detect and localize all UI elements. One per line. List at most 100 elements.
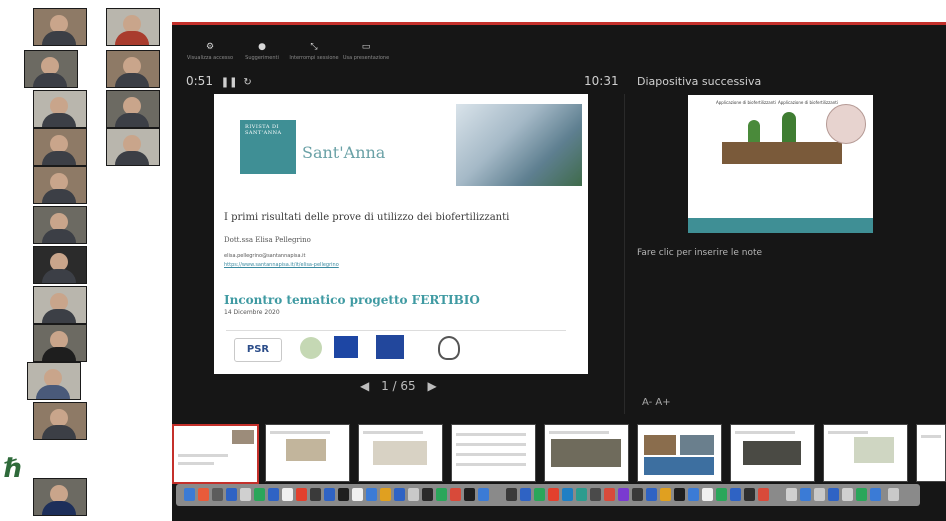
app-icon[interactable] bbox=[226, 488, 237, 501]
notes-area[interactable]: Fare clic per inserire le note bbox=[637, 248, 762, 258]
republic-emblem-icon bbox=[438, 336, 460, 360]
slide-title: I primi risultati delle prove di utilizz… bbox=[224, 212, 510, 223]
app-icon[interactable] bbox=[422, 488, 433, 501]
reset-icon[interactable]: ↻ bbox=[243, 77, 251, 88]
participant-video[interactable] bbox=[33, 402, 87, 440]
pause-icon[interactable]: ❚❚ bbox=[221, 77, 238, 88]
app-icon[interactable] bbox=[674, 488, 685, 501]
thumbnail[interactable] bbox=[823, 424, 908, 482]
eu-flag-icon bbox=[334, 336, 358, 358]
next-slide-footer bbox=[688, 218, 873, 233]
partner-logo bbox=[300, 337, 322, 359]
font-size-controls[interactable]: A- A+ bbox=[642, 397, 671, 408]
app-icon[interactable] bbox=[520, 488, 531, 501]
app-icon[interactable] bbox=[240, 488, 251, 501]
app-icon[interactable] bbox=[408, 488, 419, 501]
participant-video[interactable] bbox=[33, 286, 87, 324]
app-icon[interactable] bbox=[870, 488, 881, 501]
next-slide-text: Applicazione di biofertilizzanti bbox=[778, 100, 838, 105]
app-icon[interactable] bbox=[268, 488, 279, 501]
app-icon[interactable] bbox=[632, 488, 643, 501]
slide-logo-box: RIVISTA DI SANT'ANNA bbox=[240, 120, 296, 174]
app-icon[interactable] bbox=[744, 488, 755, 501]
toolbar-button-stop[interactable]: ⤡ Interrompi sessione bbox=[284, 42, 344, 61]
app-icon[interactable] bbox=[212, 488, 223, 501]
participant-video[interactable] bbox=[33, 478, 87, 516]
present-icon: ▭ bbox=[361, 42, 371, 52]
app-icon[interactable] bbox=[254, 488, 265, 501]
app-icon[interactable] bbox=[282, 488, 293, 501]
app-icon[interactable] bbox=[380, 488, 391, 501]
app-icon[interactable] bbox=[310, 488, 321, 501]
participant-video[interactable] bbox=[106, 8, 160, 46]
app-icon[interactable] bbox=[198, 488, 209, 501]
app-icon[interactable] bbox=[324, 488, 335, 501]
app-icon[interactable] bbox=[814, 488, 825, 501]
app-icon[interactable] bbox=[576, 488, 587, 501]
gear-icon: ⚙ bbox=[205, 42, 215, 52]
app-icon[interactable] bbox=[716, 488, 727, 501]
participant-video[interactable] bbox=[33, 128, 87, 166]
app-icon[interactable] bbox=[534, 488, 545, 501]
app-icon[interactable] bbox=[478, 488, 489, 501]
thumbnail[interactable] bbox=[358, 424, 443, 482]
thumbnail[interactable] bbox=[544, 424, 629, 482]
participant-video[interactable] bbox=[106, 128, 160, 166]
participant-video[interactable] bbox=[33, 324, 87, 362]
next-slide-icon[interactable]: ▶ bbox=[427, 379, 436, 393]
thumbnail[interactable] bbox=[637, 424, 722, 482]
thumbnail[interactable] bbox=[916, 424, 946, 482]
toolbar-button-tips[interactable]: ● Suggerimenti bbox=[232, 42, 292, 61]
app-icon[interactable] bbox=[660, 488, 671, 501]
app-icon[interactable] bbox=[786, 488, 797, 501]
participant-video[interactable] bbox=[106, 90, 160, 128]
app-icon[interactable] bbox=[338, 488, 349, 501]
toolbar-button-present[interactable]: ▭ Usa presentazione bbox=[336, 42, 396, 61]
participant-video[interactable] bbox=[33, 90, 87, 128]
thumbnail[interactable] bbox=[451, 424, 536, 482]
participant-video[interactable] bbox=[33, 166, 87, 204]
participants-panel bbox=[0, 0, 170, 521]
participant-video[interactable] bbox=[33, 8, 87, 46]
participant-video[interactable] bbox=[24, 50, 78, 88]
app-icon[interactable] bbox=[702, 488, 713, 501]
thumbnail[interactable] bbox=[730, 424, 815, 482]
app-icon[interactable] bbox=[800, 488, 811, 501]
app-icon[interactable] bbox=[730, 488, 741, 501]
participant-video[interactable] bbox=[106, 50, 160, 88]
app-icon[interactable] bbox=[548, 488, 559, 501]
app-icon[interactable] bbox=[436, 488, 447, 501]
app-icon[interactable] bbox=[394, 488, 405, 501]
participant-video[interactable] bbox=[33, 246, 87, 284]
app-icon[interactable] bbox=[352, 488, 363, 501]
elapsed-timer: 0:51 ❚❚ ↻ bbox=[186, 74, 252, 88]
finder-icon[interactable] bbox=[184, 488, 195, 501]
app-icon[interactable] bbox=[562, 488, 573, 501]
trash-icon[interactable] bbox=[888, 488, 899, 501]
app-icon[interactable] bbox=[646, 488, 657, 501]
app-icon[interactable] bbox=[828, 488, 839, 501]
thumbnail[interactable] bbox=[265, 424, 350, 482]
eu-flag-icon bbox=[376, 335, 404, 359]
app-icon[interactable] bbox=[296, 488, 307, 501]
app-icon[interactable] bbox=[856, 488, 867, 501]
slide-institution: Sant'Anna bbox=[302, 143, 386, 162]
participant-video[interactable] bbox=[33, 206, 87, 244]
app-icon[interactable] bbox=[450, 488, 461, 501]
app-icon[interactable] bbox=[758, 488, 769, 501]
app-icon[interactable] bbox=[590, 488, 601, 501]
app-icon[interactable] bbox=[604, 488, 615, 501]
app-icon[interactable] bbox=[366, 488, 377, 501]
app-icon[interactable] bbox=[464, 488, 475, 501]
app-icon[interactable] bbox=[506, 488, 517, 501]
lightbulb-icon: ● bbox=[258, 42, 266, 52]
toolbar-button-view[interactable]: ⚙ Visualizza accesso bbox=[180, 42, 240, 61]
app-icon[interactable] bbox=[618, 488, 629, 501]
previous-slide-icon[interactable]: ◀ bbox=[360, 379, 369, 393]
app-icon[interactable] bbox=[842, 488, 853, 501]
participant-video[interactable] bbox=[27, 362, 81, 400]
thumbnail[interactable] bbox=[172, 424, 259, 484]
app-icon[interactable] bbox=[688, 488, 699, 501]
corner-logo-icon: ℏ bbox=[4, 454, 23, 484]
panel-divider bbox=[624, 94, 625, 414]
